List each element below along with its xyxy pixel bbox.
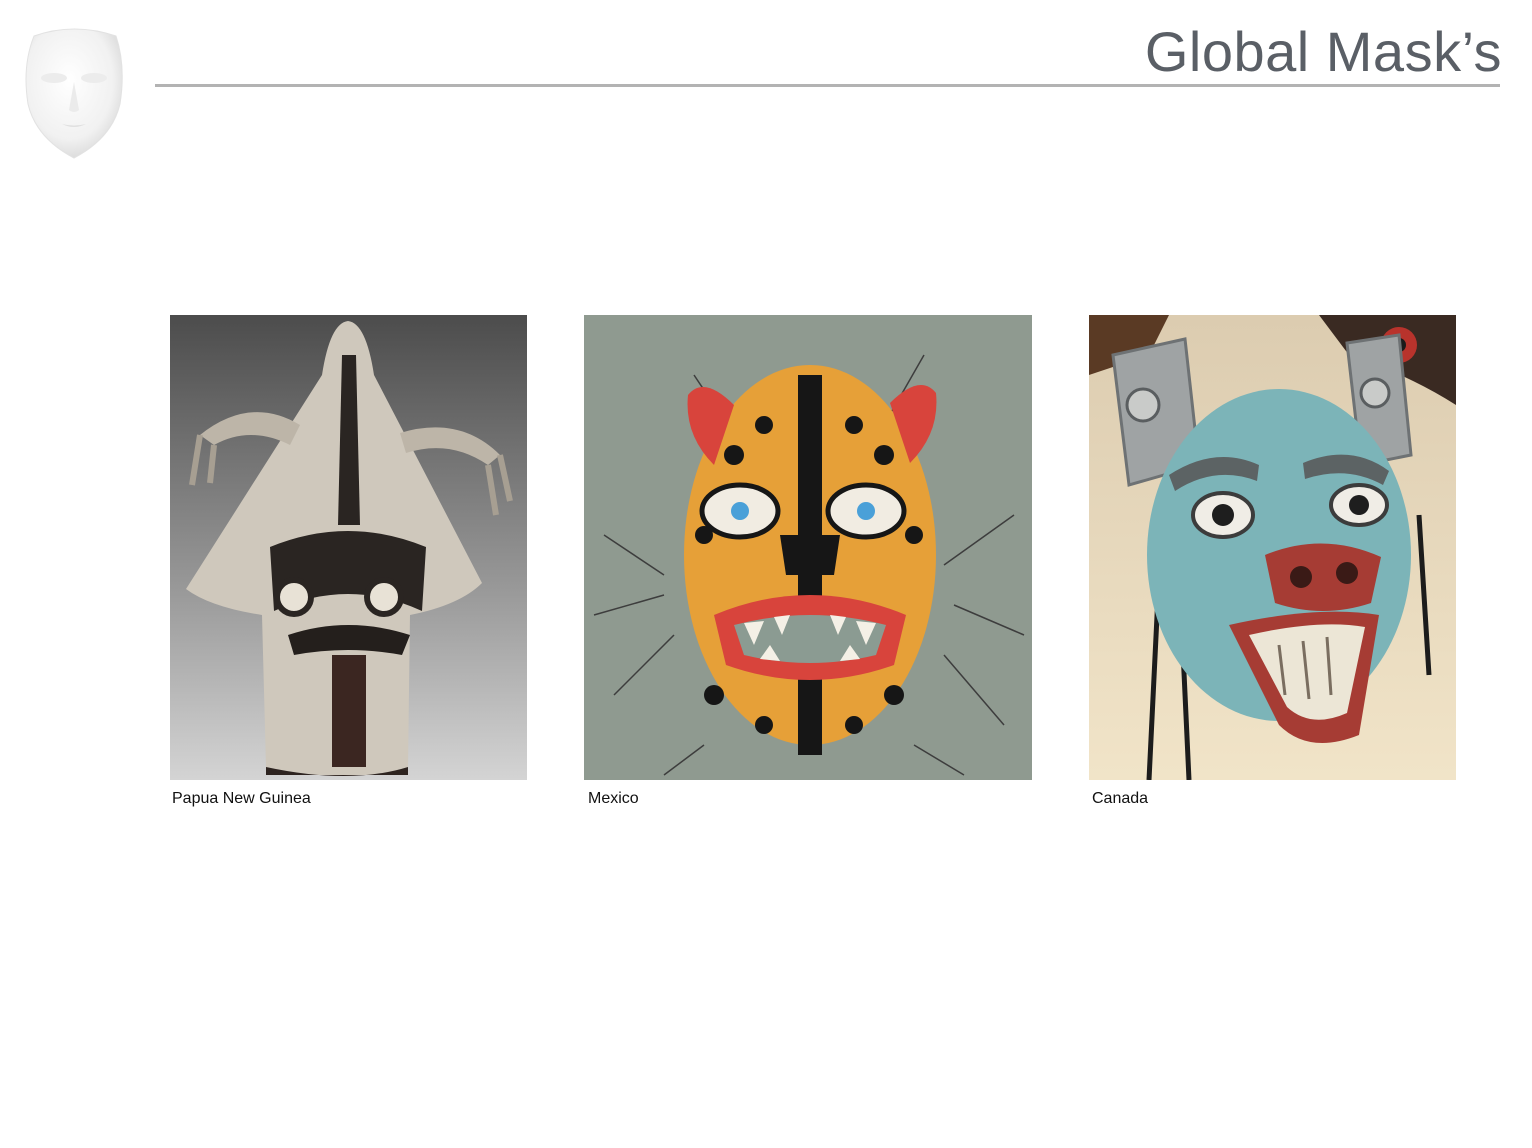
papua-new-guinea-mask-photo (170, 315, 527, 780)
mexican-jaguar-mask-photo (584, 315, 1032, 780)
caption-canada: Canada (1092, 790, 1149, 807)
title-divider (155, 84, 1500, 87)
slide-title: Global Mask’s (1144, 20, 1502, 83)
caption-mexico: Mexico (588, 790, 639, 807)
caption-papua-new-guinea: Papua New Guinea (172, 790, 311, 807)
canadian-bear-mask-photo (1089, 315, 1456, 780)
white-face-mask-icon (20, 26, 128, 160)
